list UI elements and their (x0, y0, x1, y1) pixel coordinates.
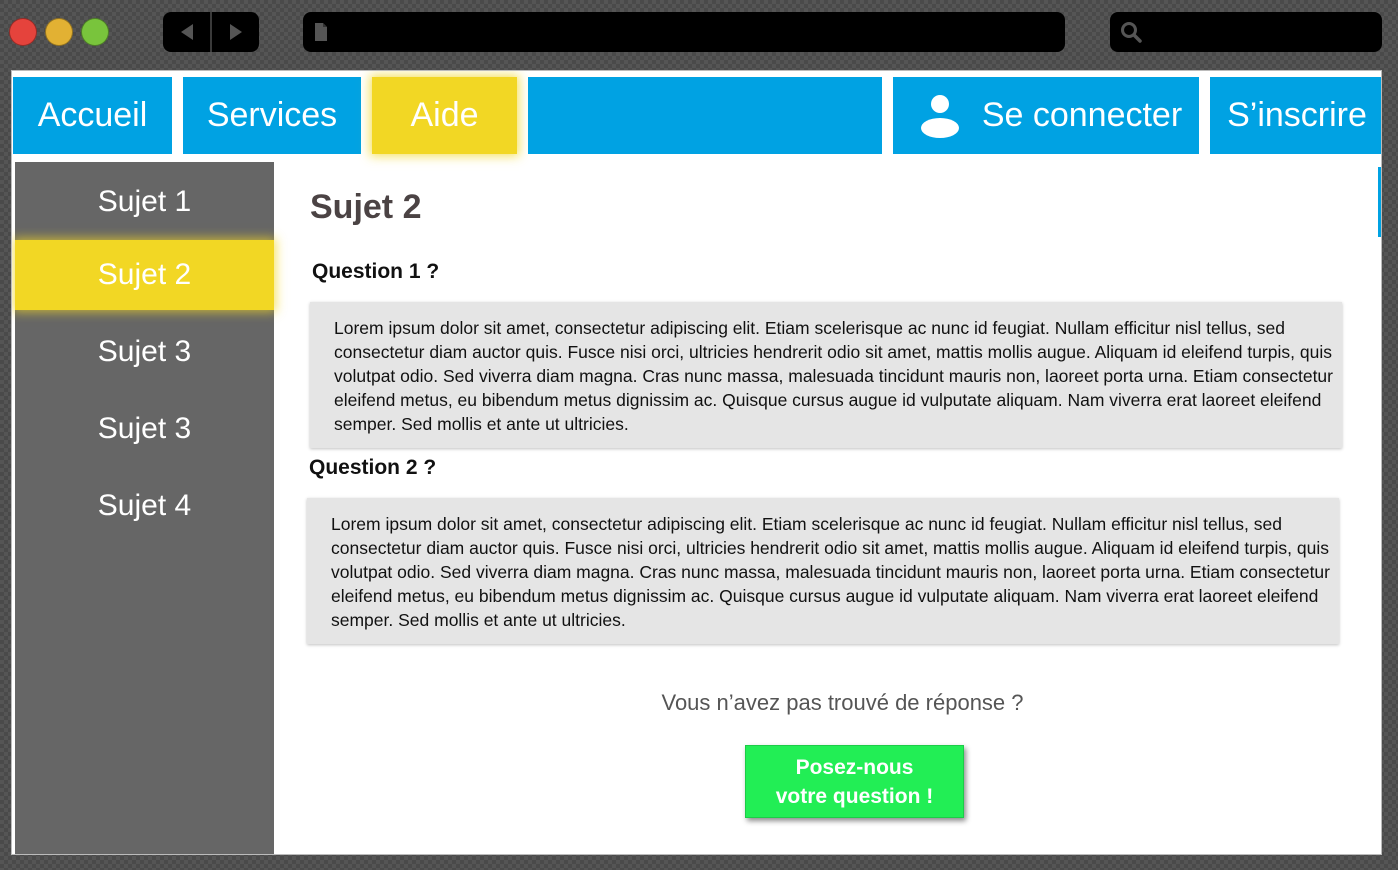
answer-box-1: Lorem ipsum dolor sit amet, consectetur … (310, 302, 1342, 448)
minimize-window-button[interactable] (45, 18, 73, 46)
ask-question-button[interactable]: Posez-nous votre question ! (745, 745, 964, 818)
document-icon (315, 23, 327, 41)
nav-aide[interactable]: Aide (372, 77, 517, 154)
nav-accueil[interactable]: Accueil (13, 77, 172, 154)
browser-viewport: Accueil Services Aide Se connecter S’ins… (11, 70, 1382, 855)
browser-search-bar[interactable] (1110, 12, 1382, 52)
maximize-window-button[interactable] (81, 18, 109, 46)
arrow-right-icon (229, 24, 242, 40)
nav-signup-button[interactable]: S’inscrire (1210, 77, 1381, 154)
sidebar-item-sujet-3[interactable]: Sujet 3 (15, 313, 274, 390)
ask-question-label: Posez-nous votre question ! (775, 755, 934, 808)
back-button[interactable] (163, 12, 210, 52)
address-bar[interactable] (303, 12, 1065, 52)
question-title-2: Question 2 ? (309, 456, 437, 479)
question-title-1: Question 1 ? (312, 260, 440, 283)
topic-sidebar: Sujet 1 Sujet 2 Sujet 3 Sujet 3 Sujet 4 (15, 162, 274, 854)
answer-box-2: Lorem ipsum dolor sit amet, consectetur … (307, 498, 1339, 644)
sidebar-item-sujet-4[interactable]: Sujet 4 (15, 467, 274, 544)
sidebar-item-sujet-1[interactable]: Sujet 1 (15, 167, 274, 237)
top-navigation: Accueil Services Aide Se connecter S’ins… (12, 77, 1381, 155)
main-content: Sujet 2 Question 1 ? Lorem ipsum dolor s… (274, 162, 1381, 854)
history-buttons (163, 12, 259, 52)
nav-services[interactable]: Services (183, 77, 361, 154)
nav-login-label: Se connecter (981, 96, 1183, 134)
nav-login-button[interactable]: Se connecter (893, 77, 1199, 154)
nav-spacer (528, 77, 882, 154)
sidebar-item-sujet-3b[interactable]: Sujet 3 (15, 390, 274, 467)
close-window-button[interactable] (9, 18, 37, 46)
no-answer-text: Vous n’avez pas trouvé de réponse ? (661, 690, 1024, 715)
sidebar-item-sujet-2[interactable]: Sujet 2 (15, 240, 274, 310)
arrow-left-icon (180, 24, 193, 40)
search-icon (1121, 22, 1142, 43)
forward-button[interactable] (210, 12, 259, 52)
page-title: Sujet 2 (310, 188, 422, 226)
user-icon (920, 94, 960, 138)
